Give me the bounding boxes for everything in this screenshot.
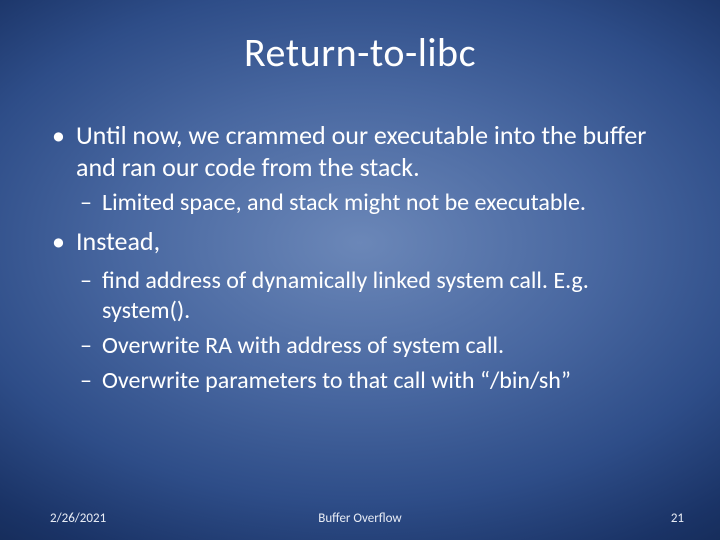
slide-body: Until now, we crammed our executable int… bbox=[50, 120, 680, 401]
footer-page-number: 21 bbox=[671, 511, 684, 526]
footer-center: Buffer Overflow bbox=[0, 511, 720, 526]
slide-title: Return-to-libc bbox=[0, 28, 720, 77]
bullet-level-2: Overwrite RA with address of system call… bbox=[50, 331, 680, 361]
bullet-level-2: Limited space, and stack might not be ex… bbox=[50, 188, 680, 218]
bullet-level-1: Until now, we crammed our executable int… bbox=[50, 120, 680, 183]
bullet-level-2: find address of dynamically linked syste… bbox=[50, 266, 680, 326]
bullet-level-1: Instead, bbox=[50, 226, 680, 258]
slide: Return-to-libc Until now, we crammed our… bbox=[0, 0, 720, 540]
bullet-level-2: Overwrite parameters to that call with “… bbox=[50, 366, 680, 396]
